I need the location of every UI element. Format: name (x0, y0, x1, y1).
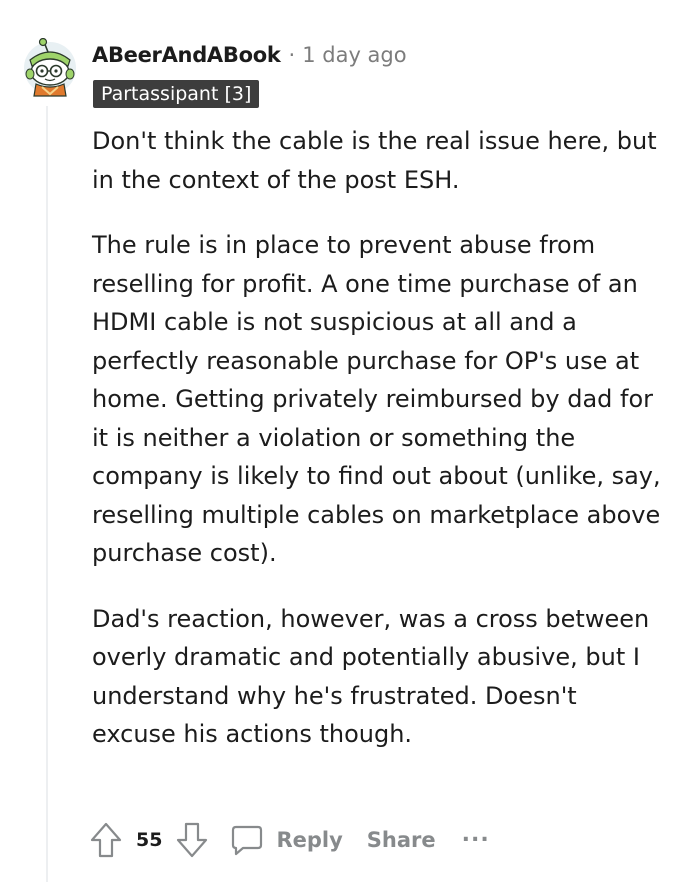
vote-score: 55 (136, 829, 163, 851)
downvote-arrow-icon[interactable] (174, 820, 210, 860)
comment-meta: ABeerAndABook · 1 day ago (92, 40, 407, 70)
username-link[interactable]: ABeerAndABook (92, 43, 281, 67)
comment-paragraph: The rule is in place to prevent abuse fr… (92, 231, 661, 567)
user-flair-badge: Partassipant [3] (93, 80, 260, 108)
comment-action-bar: 55 Reply Share ... (88, 818, 490, 862)
upvote-arrow-icon[interactable] (88, 820, 124, 860)
more-options-button[interactable]: ... (462, 822, 490, 847)
reply-button[interactable]: Reply (230, 823, 343, 857)
share-button[interactable]: Share (367, 828, 436, 852)
thread-line[interactable] (46, 106, 48, 882)
comment-paragraph: Don't think the cable is the real issue … (92, 127, 657, 194)
comment-paragraph: Dad's reaction, however, was a cross bet… (92, 604, 650, 749)
avatar[interactable] (22, 37, 78, 100)
timestamp[interactable]: 1 day ago (302, 43, 406, 67)
comment-body: Don't think the cable is the real issue … (92, 122, 662, 781)
meta-separator: · (288, 43, 296, 67)
snoo-avatar-icon (24, 37, 76, 97)
comment-bubble-icon (230, 823, 264, 857)
reply-label: Reply (276, 828, 343, 852)
